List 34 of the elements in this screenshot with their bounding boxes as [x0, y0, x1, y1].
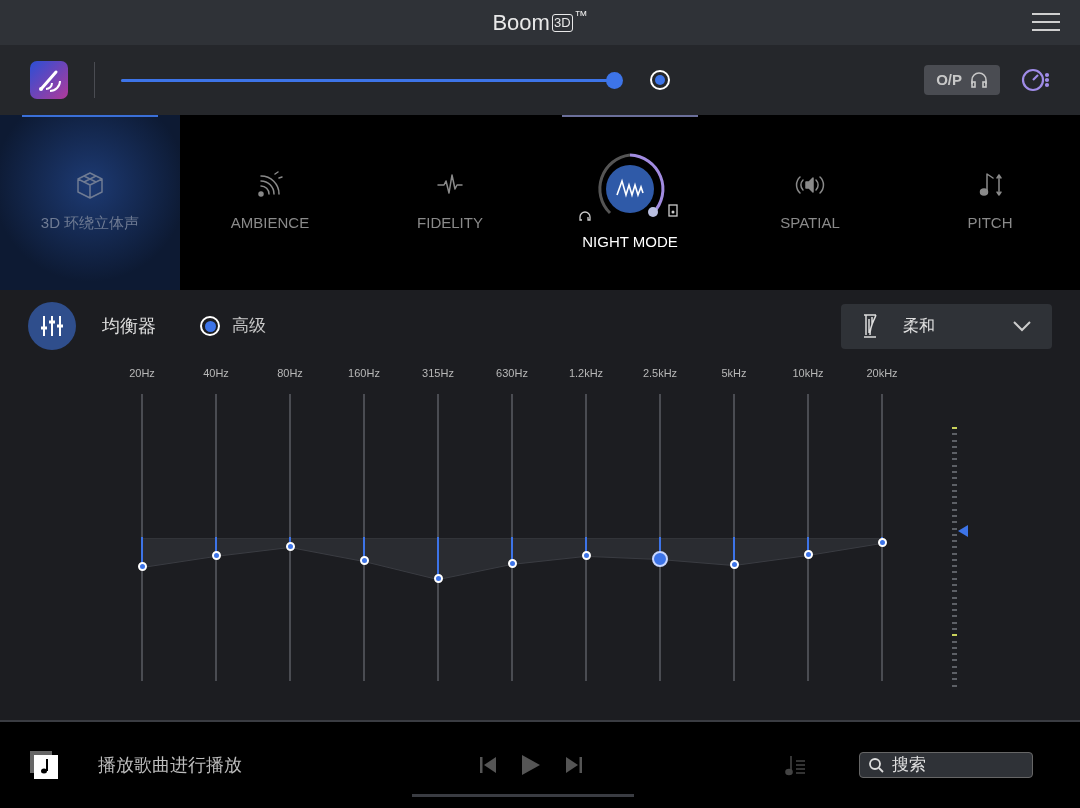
volume-slider[interactable]: [121, 71, 623, 89]
search-icon: [868, 757, 884, 773]
frequency-label: 2.5kHz: [642, 366, 678, 381]
chevron-down-icon: [1012, 320, 1032, 332]
advanced-radio[interactable]: 高级: [200, 313, 266, 339]
search-field[interactable]: 搜索: [859, 752, 1033, 778]
boom-toggle[interactable]: [650, 70, 670, 90]
frequency-label: 1.2kHz: [568, 366, 604, 381]
frequency-label: 20Hz: [129, 366, 155, 381]
effect-tab[interactable]: 3D 环绕立体声: [0, 115, 180, 290]
menu-button[interactable]: [1032, 13, 1060, 31]
frequency-label: 80Hz: [277, 366, 303, 381]
play-button[interactable]: [521, 754, 541, 776]
equalizer-icon[interactable]: [28, 302, 76, 350]
output-button[interactable]: O/P: [924, 64, 1000, 96]
frequency-label: 5kHz: [721, 366, 747, 381]
previous-button[interactable]: [479, 756, 497, 774]
volume-knob[interactable]: [606, 71, 623, 89]
cube-icon: [75, 170, 105, 201]
frequency-label: 10kHz: [792, 366, 824, 381]
harp-icon: [861, 313, 879, 339]
section-title: 均衡器: [102, 314, 156, 338]
eq-slider[interactable]: [651, 393, 669, 681]
preset-dropdown[interactable]: 柔和: [841, 303, 1052, 349]
frequency-label: 315Hz: [422, 366, 454, 381]
frequency-label: 40Hz: [203, 366, 229, 381]
frequency-label: 630Hz: [496, 366, 528, 381]
frequency-label: 160Hz: [348, 366, 380, 381]
app-logo-icon[interactable]: [30, 61, 68, 99]
frequency-label: 20kHz: [866, 366, 898, 381]
next-button[interactable]: [565, 756, 583, 774]
now-playing-text: 播放歌曲进行播放: [98, 753, 242, 777]
headphones-icon: [970, 71, 988, 89]
album-art-icon: [30, 751, 58, 779]
